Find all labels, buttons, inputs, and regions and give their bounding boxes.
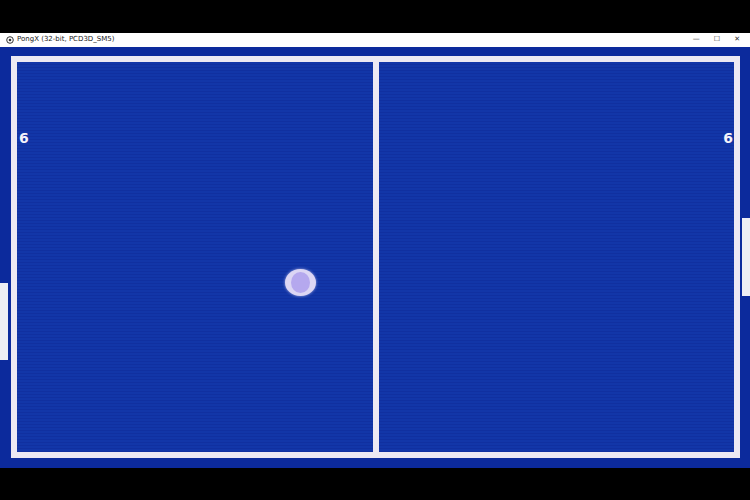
bottom-letterbox bbox=[0, 468, 750, 500]
screen: PongX (32-bit, PCD3D_SM5)—☐✕66 bbox=[0, 0, 750, 500]
app-icon bbox=[6, 36, 14, 44]
window-control-button[interactable]: ☐ bbox=[714, 35, 720, 44]
court bbox=[11, 56, 740, 458]
left-paddle[interactable] bbox=[0, 283, 8, 360]
ball-core bbox=[291, 272, 310, 293]
right-score: 6 bbox=[723, 130, 733, 147]
ball bbox=[285, 269, 316, 296]
right-paddle bbox=[742, 218, 750, 296]
window-title: PongX (32-bit, PCD3D_SM5) bbox=[17, 35, 114, 44]
court-left-half bbox=[17, 62, 373, 452]
title-bar: PongX (32-bit, PCD3D_SM5) — ☐ ✕ bbox=[0, 33, 750, 47]
center-line bbox=[373, 62, 379, 452]
court-right-half bbox=[379, 62, 735, 452]
window-control-button[interactable]: — bbox=[693, 35, 700, 44]
left-score: 6 bbox=[19, 130, 29, 147]
game-area: 66 bbox=[0, 47, 750, 468]
window-control-button[interactable]: ✕ bbox=[734, 35, 740, 44]
top-letterbox bbox=[0, 0, 750, 33]
